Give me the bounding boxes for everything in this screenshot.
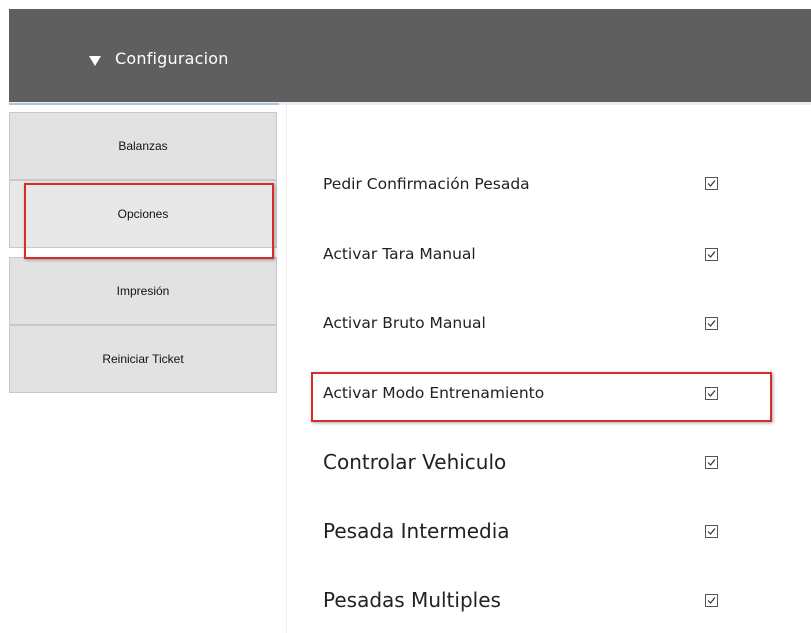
check-icon xyxy=(707,528,716,535)
check-icon xyxy=(707,320,716,327)
option-label: Activar Modo Entrenamiento xyxy=(323,384,545,402)
option-label: Pedir Confirmación Pesada xyxy=(323,175,530,193)
checkbox-pesadas-multiples[interactable] xyxy=(705,594,718,607)
check-icon xyxy=(707,180,716,187)
config-header: Configuracion xyxy=(9,9,811,102)
option-label: Controlar Vehiculo xyxy=(323,450,507,474)
config-toggle[interactable]: Configuracion xyxy=(89,49,229,68)
option-label: Activar Tara Manual xyxy=(323,245,476,263)
triangle-down-icon xyxy=(89,56,101,66)
checkbox-pedir-confirmacion[interactable] xyxy=(705,177,718,190)
sidebar: Balanzas Opciones Impresión Reiniciar Ti… xyxy=(9,105,287,633)
checkbox-pesada-intermedia[interactable] xyxy=(705,525,718,538)
checkbox-bruto-manual[interactable] xyxy=(705,317,718,330)
check-icon xyxy=(707,251,716,258)
check-icon xyxy=(707,597,716,604)
sidebar-item-opciones[interactable]: Opciones xyxy=(9,180,277,248)
check-icon xyxy=(707,459,716,466)
check-icon xyxy=(707,390,716,397)
sidebar-item-impresion[interactable]: Impresión xyxy=(9,257,277,325)
sidebar-item-reiniciar-ticket[interactable]: Reiniciar Ticket xyxy=(9,325,277,393)
option-label: Activar Bruto Manual xyxy=(323,314,486,332)
sidebar-item-balanzas[interactable]: Balanzas xyxy=(9,112,277,180)
checkbox-controlar-vehiculo[interactable] xyxy=(705,456,718,469)
option-label: Pesadas Multiples xyxy=(323,588,501,612)
checkbox-modo-entrenamiento[interactable] xyxy=(705,387,718,400)
option-label: Pesada Intermedia xyxy=(323,519,510,543)
header-title: Configuracion xyxy=(115,49,229,68)
checkbox-tara-manual[interactable] xyxy=(705,248,718,261)
